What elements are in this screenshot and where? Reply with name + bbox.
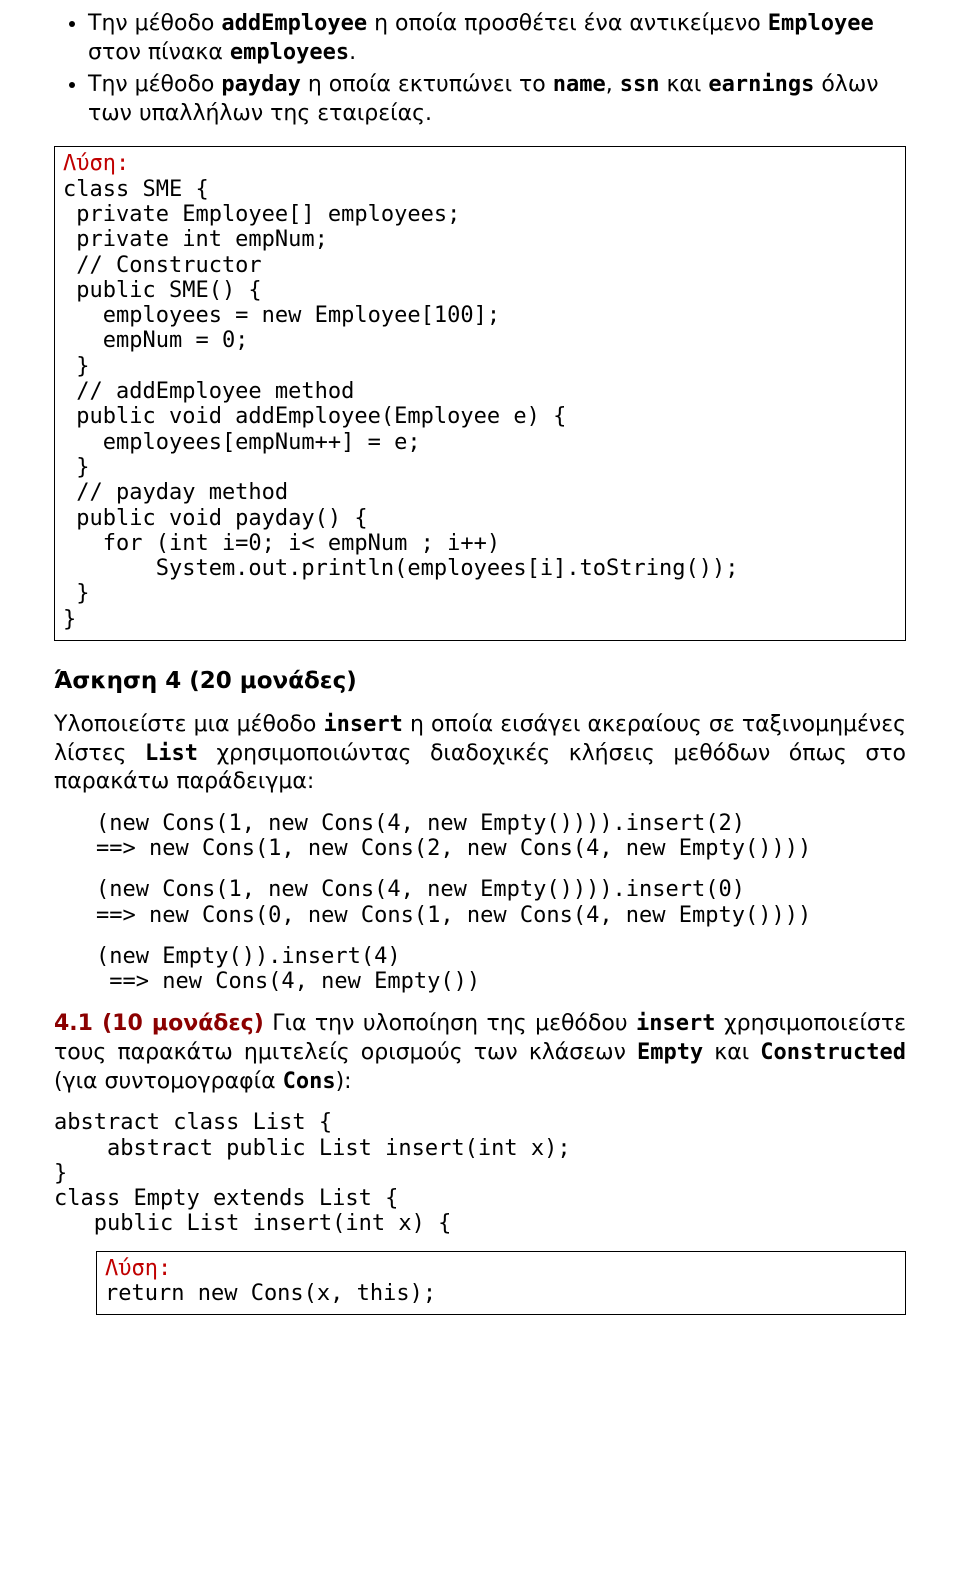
code-token: insert [636, 1011, 715, 1036]
exercise-4-paragraph-2: 4.1 (10 μονάδες) Για την υλοποίηση της μ… [54, 1010, 906, 1096]
solution-label: Λύση: [63, 151, 129, 176]
solution-label: Λύση: [105, 1256, 171, 1281]
bullet-item-2: Την μέθοδο payday η οποία εκτυπώνει το n… [88, 71, 906, 128]
solution-box-1: Λύση: class SME { private Employee[] emp… [54, 146, 906, 641]
code-token: Empty [637, 1040, 703, 1065]
text: και [659, 72, 708, 97]
bullet-item-1: Την μέθοδο addEmployee η οποία προσθέτει… [88, 10, 906, 67]
code-token: payday [221, 72, 300, 97]
code-block: class SME { private Employee[] employees… [63, 177, 739, 632]
text: , [606, 72, 620, 97]
text: (για συντομογραφία [54, 1069, 283, 1094]
code-token: earnings [708, 72, 814, 97]
subsection-number: 4.1 (10 μονάδες) [54, 1011, 264, 1036]
text: Την μέθοδο [88, 11, 221, 36]
exercise-4-paragraph-1: Υλοποιείστε μια μέθοδο insert η οποία ει… [54, 711, 906, 797]
example-block-2: (new Cons(1, new Cons(4, new Empty()))).… [96, 877, 906, 928]
code-token: name [553, 72, 606, 97]
exercise-4-heading: Άσκηση 4 (20 μονάδες) [54, 667, 906, 697]
code-token: List [145, 741, 198, 766]
text: ): [336, 1069, 352, 1094]
text: στον πίνακα [88, 40, 230, 65]
text: και [703, 1040, 760, 1065]
code-token: Constructed [760, 1040, 906, 1065]
code-token: employees [230, 40, 349, 65]
text: Την μέθοδο [88, 72, 221, 97]
example-block-1: (new Cons(1, new Cons(4, new Empty()))).… [96, 811, 906, 862]
code-token: ssn [620, 72, 660, 97]
text: Για την υλοποίηση της μεθόδου [264, 1011, 636, 1036]
text: . [349, 40, 356, 65]
bullet-list: Την μέθοδο addEmployee η οποία προσθέτει… [54, 10, 906, 128]
text: η οποία προσθέτει ένα αντικείμενο [367, 11, 768, 36]
example-block-3: (new Empty()).insert(4) ==> new Cons(4, … [96, 944, 906, 995]
code-block-2: abstract class List { abstract public Li… [54, 1110, 906, 1236]
text: η οποία εκτυπώνει το [301, 72, 553, 97]
solution-box-2: Λύση: return new Cons(x, this); [96, 1251, 906, 1316]
code-line: return new Cons(x, this); [105, 1281, 436, 1306]
code-token: Employee [768, 11, 874, 36]
code-token: insert [323, 712, 402, 737]
code-token: addEmployee [221, 11, 367, 36]
code-token: Cons [283, 1069, 336, 1094]
text: Υλοποιείστε μια μέθοδο [54, 712, 323, 737]
